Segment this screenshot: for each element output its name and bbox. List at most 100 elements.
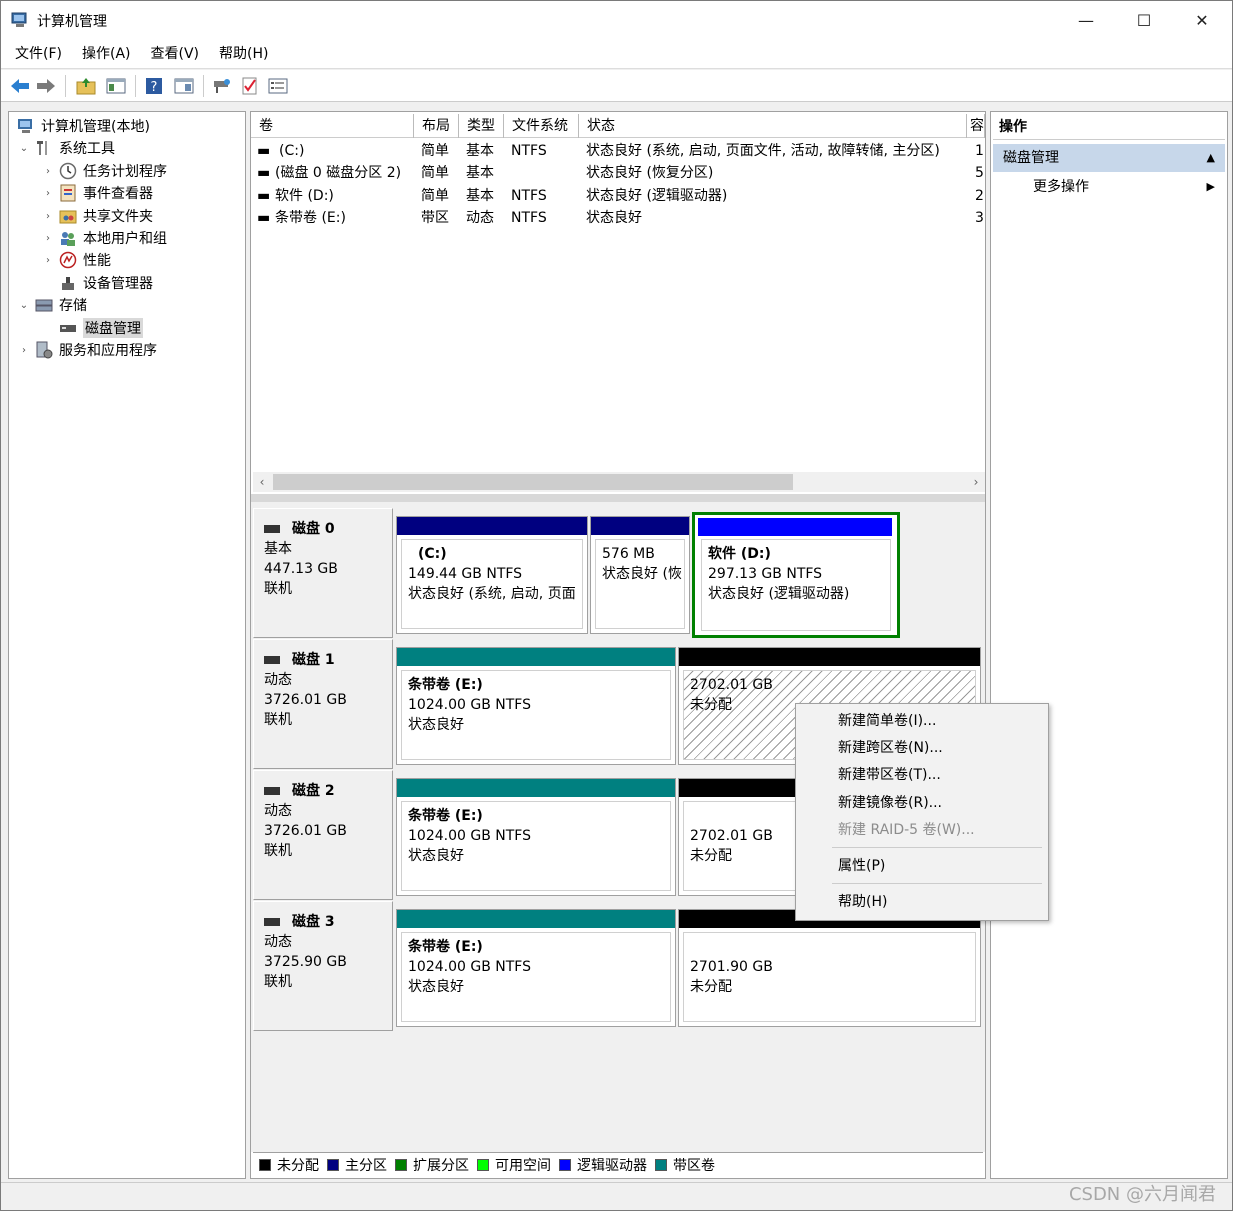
scroll-right-arrow-icon[interactable]: ›: [967, 472, 985, 492]
up-folder-icon[interactable]: [75, 75, 97, 97]
actions-header: 操作: [993, 114, 1225, 140]
column-header-layout[interactable]: 布局: [414, 114, 459, 138]
disk-size: 3726.01 GB: [264, 823, 347, 839]
more-actions-item[interactable]: 更多操作 ▶: [993, 174, 1225, 200]
volume-row[interactable]: ▬ 软件 (D:) 简单 基本 NTFS 状态良好 (逻辑驱动器) 2: [251, 185, 985, 207]
disk-info-3[interactable]: 磁盘 3 动态 3725.90 GB 联机: [253, 901, 393, 1031]
partition-striped-e[interactable]: 条带卷 (E:) 1024.00 GB NTFS 状态良好: [396, 647, 676, 765]
pane-splitter[interactable]: [251, 494, 985, 502]
disk-info-0[interactable]: 磁盘 0 基本 447.13 GB 联机: [253, 508, 393, 638]
disk-type: 动态: [264, 934, 292, 950]
device-manager-icon: [62, 277, 74, 290]
close-button[interactable]: ✕: [1173, 1, 1231, 39]
menu-separator: [832, 883, 1042, 884]
menu-file[interactable]: 文件(F): [1, 39, 72, 68]
volume-row[interactable]: ▬ (磁盘 0 磁盘分区 2) 简单 基本 状态良好 (恢复分区) 5: [251, 162, 985, 184]
tree-item-disk-management[interactable]: 磁盘管理: [55, 317, 143, 339]
column-header-type[interactable]: 类型: [459, 114, 504, 138]
tree-item-device-manager[interactable]: 设备管理器: [55, 272, 153, 294]
disk-icon: [264, 525, 280, 533]
title-bar: 计算机管理 — ☐ ✕: [1, 1, 1232, 39]
menu-new-mirrored-volume[interactable]: 新建镜像卷(R)...: [796, 790, 1048, 816]
tree-item-computer-management[interactable]: 计算机管理(本地): [13, 115, 150, 137]
forward-icon[interactable]: [35, 75, 57, 97]
partition-unallocated[interactable]: 2701.90 GB 未分配: [678, 909, 981, 1027]
partition-c[interactable]: (C:) 149.44 GB NTFS 状态良好 (系统, 启动, 页面: [396, 516, 588, 634]
horizontal-scrollbar[interactable]: ‹ ›: [253, 472, 985, 492]
partition-striped-e[interactable]: 条带卷 (E:) 1024.00 GB NTFS 状态良好: [396, 909, 676, 1027]
volume-status: 状态良好 (系统, 启动, 页面文件, 活动, 故障转储, 主分区): [586, 143, 940, 159]
volume-name: (磁盘 0 磁盘分区 2): [275, 165, 402, 181]
column-header-capacity[interactable]: 容: [967, 114, 985, 138]
legend-label: 可用空间: [495, 1157, 551, 1174]
disk-info-1[interactable]: 磁盘 1 动态 3726.01 GB 联机: [253, 639, 393, 769]
minimize-button[interactable]: —: [1057, 1, 1115, 39]
collapse-chevron-icon[interactable]: ⌄: [17, 300, 31, 311]
actions-section-disk-management[interactable]: 磁盘管理 ▲: [993, 144, 1225, 172]
back-icon[interactable]: [9, 75, 31, 97]
tree-item-task-scheduler[interactable]: › 任务计划程序: [41, 160, 167, 182]
menu-new-spanned-volume[interactable]: 新建跨区卷(N)...: [796, 735, 1048, 761]
expand-chevron-icon[interactable]: ›: [41, 255, 55, 266]
tree-item-event-viewer[interactable]: › 事件查看器: [41, 182, 153, 204]
menu-new-simple-volume[interactable]: 新建简单卷(I)...: [796, 708, 1048, 734]
tree-label: 本地用户和组: [83, 231, 167, 247]
partition-name: 条带卷 (E:): [408, 808, 483, 824]
legend-swatch: [327, 1158, 339, 1171]
expand-chevron-icon[interactable]: ›: [41, 188, 55, 199]
partition-color-bar: [698, 518, 892, 536]
menu-help[interactable]: 帮助(H): [209, 39, 278, 68]
partition-striped-e[interactable]: 条带卷 (E:) 1024.00 GB NTFS 状态良好: [396, 778, 676, 896]
tools-icon: [37, 141, 47, 155]
partition-body: 2701.90 GB 未分配: [683, 932, 976, 1022]
collapse-chevron-icon[interactable]: ⌄: [17, 143, 31, 154]
connect-icon[interactable]: [211, 75, 233, 97]
partition-color-bar: [591, 517, 689, 535]
tree-item-services-apps[interactable]: › 服务和应用程序: [17, 339, 157, 361]
volume-capacity: 2: [975, 188, 984, 204]
volume-filesystem: NTFS: [511, 143, 547, 159]
tree-item-shared-folders[interactable]: › 共享文件夹: [41, 205, 153, 227]
properties-icon[interactable]: [173, 75, 195, 97]
expand-chevron-icon[interactable]: ›: [41, 211, 55, 222]
menu-properties[interactable]: 属性(P): [796, 853, 1048, 879]
expand-chevron-icon[interactable]: ›: [41, 166, 55, 177]
menu-view[interactable]: 查看(V): [141, 39, 210, 68]
collapse-triangle-icon[interactable]: ▲: [1207, 144, 1215, 172]
partition-recovery[interactable]: 576 MB 状态良好 (恢: [590, 516, 690, 634]
menu-action[interactable]: 操作(A): [72, 39, 141, 68]
tree-item-local-users[interactable]: › 本地用户和组: [41, 227, 167, 249]
column-header-status[interactable]: 状态: [579, 114, 967, 138]
menu-help[interactable]: 帮助(H): [796, 889, 1048, 915]
volume-type: 基本: [466, 188, 494, 204]
legend-item: 可用空间: [477, 1155, 551, 1175]
list-icon[interactable]: [267, 75, 289, 97]
volume-row[interactable]: ▬ 条带卷 (E:) 带区 动态 NTFS 状态良好 3: [251, 207, 985, 229]
disk-icon: [264, 787, 280, 795]
column-header-volume[interactable]: 卷: [251, 114, 414, 138]
maximize-button[interactable]: ☐: [1115, 1, 1173, 39]
check-icon[interactable]: [239, 75, 261, 97]
legend-swatch: [395, 1158, 407, 1171]
expand-chevron-icon[interactable]: ›: [41, 233, 55, 244]
partition-d-selected[interactable]: 软件 (D:) 297.13 GB NTFS 状态良好 (逻辑驱动器): [692, 512, 900, 638]
legend-label: 未分配: [277, 1157, 319, 1174]
legend-swatch: [559, 1158, 571, 1171]
expand-chevron-icon[interactable]: ›: [17, 345, 31, 356]
submenu-arrow-icon: ▶: [1206, 180, 1215, 193]
disk-info-2[interactable]: 磁盘 2 动态 3726.01 GB 联机: [253, 770, 393, 900]
tree-item-storage[interactable]: ⌄ 存储: [17, 294, 87, 316]
tree-item-performance[interactable]: › 性能: [41, 249, 111, 271]
column-header-filesystem[interactable]: 文件系统: [504, 114, 579, 138]
partition-color-bar: [397, 910, 675, 928]
more-actions-label: 更多操作: [1033, 179, 1089, 195]
partition-status: 状态良好: [408, 979, 464, 995]
volume-row[interactable]: ▬ (C:) 简单 基本 NTFS 状态良好 (系统, 启动, 页面文件, 活动…: [251, 140, 985, 162]
help-icon[interactable]: ?: [143, 75, 165, 97]
scroll-left-arrow-icon[interactable]: ‹: [253, 472, 271, 492]
menu-new-striped-volume[interactable]: 新建带区卷(T)...: [796, 762, 1048, 788]
scrollbar-thumb[interactable]: [273, 474, 793, 490]
show-hide-tree-icon[interactable]: [105, 75, 127, 97]
tree-item-system-tools[interactable]: ⌄ 系统工具: [17, 137, 115, 159]
partition-name: 条带卷 (E:): [408, 677, 483, 693]
